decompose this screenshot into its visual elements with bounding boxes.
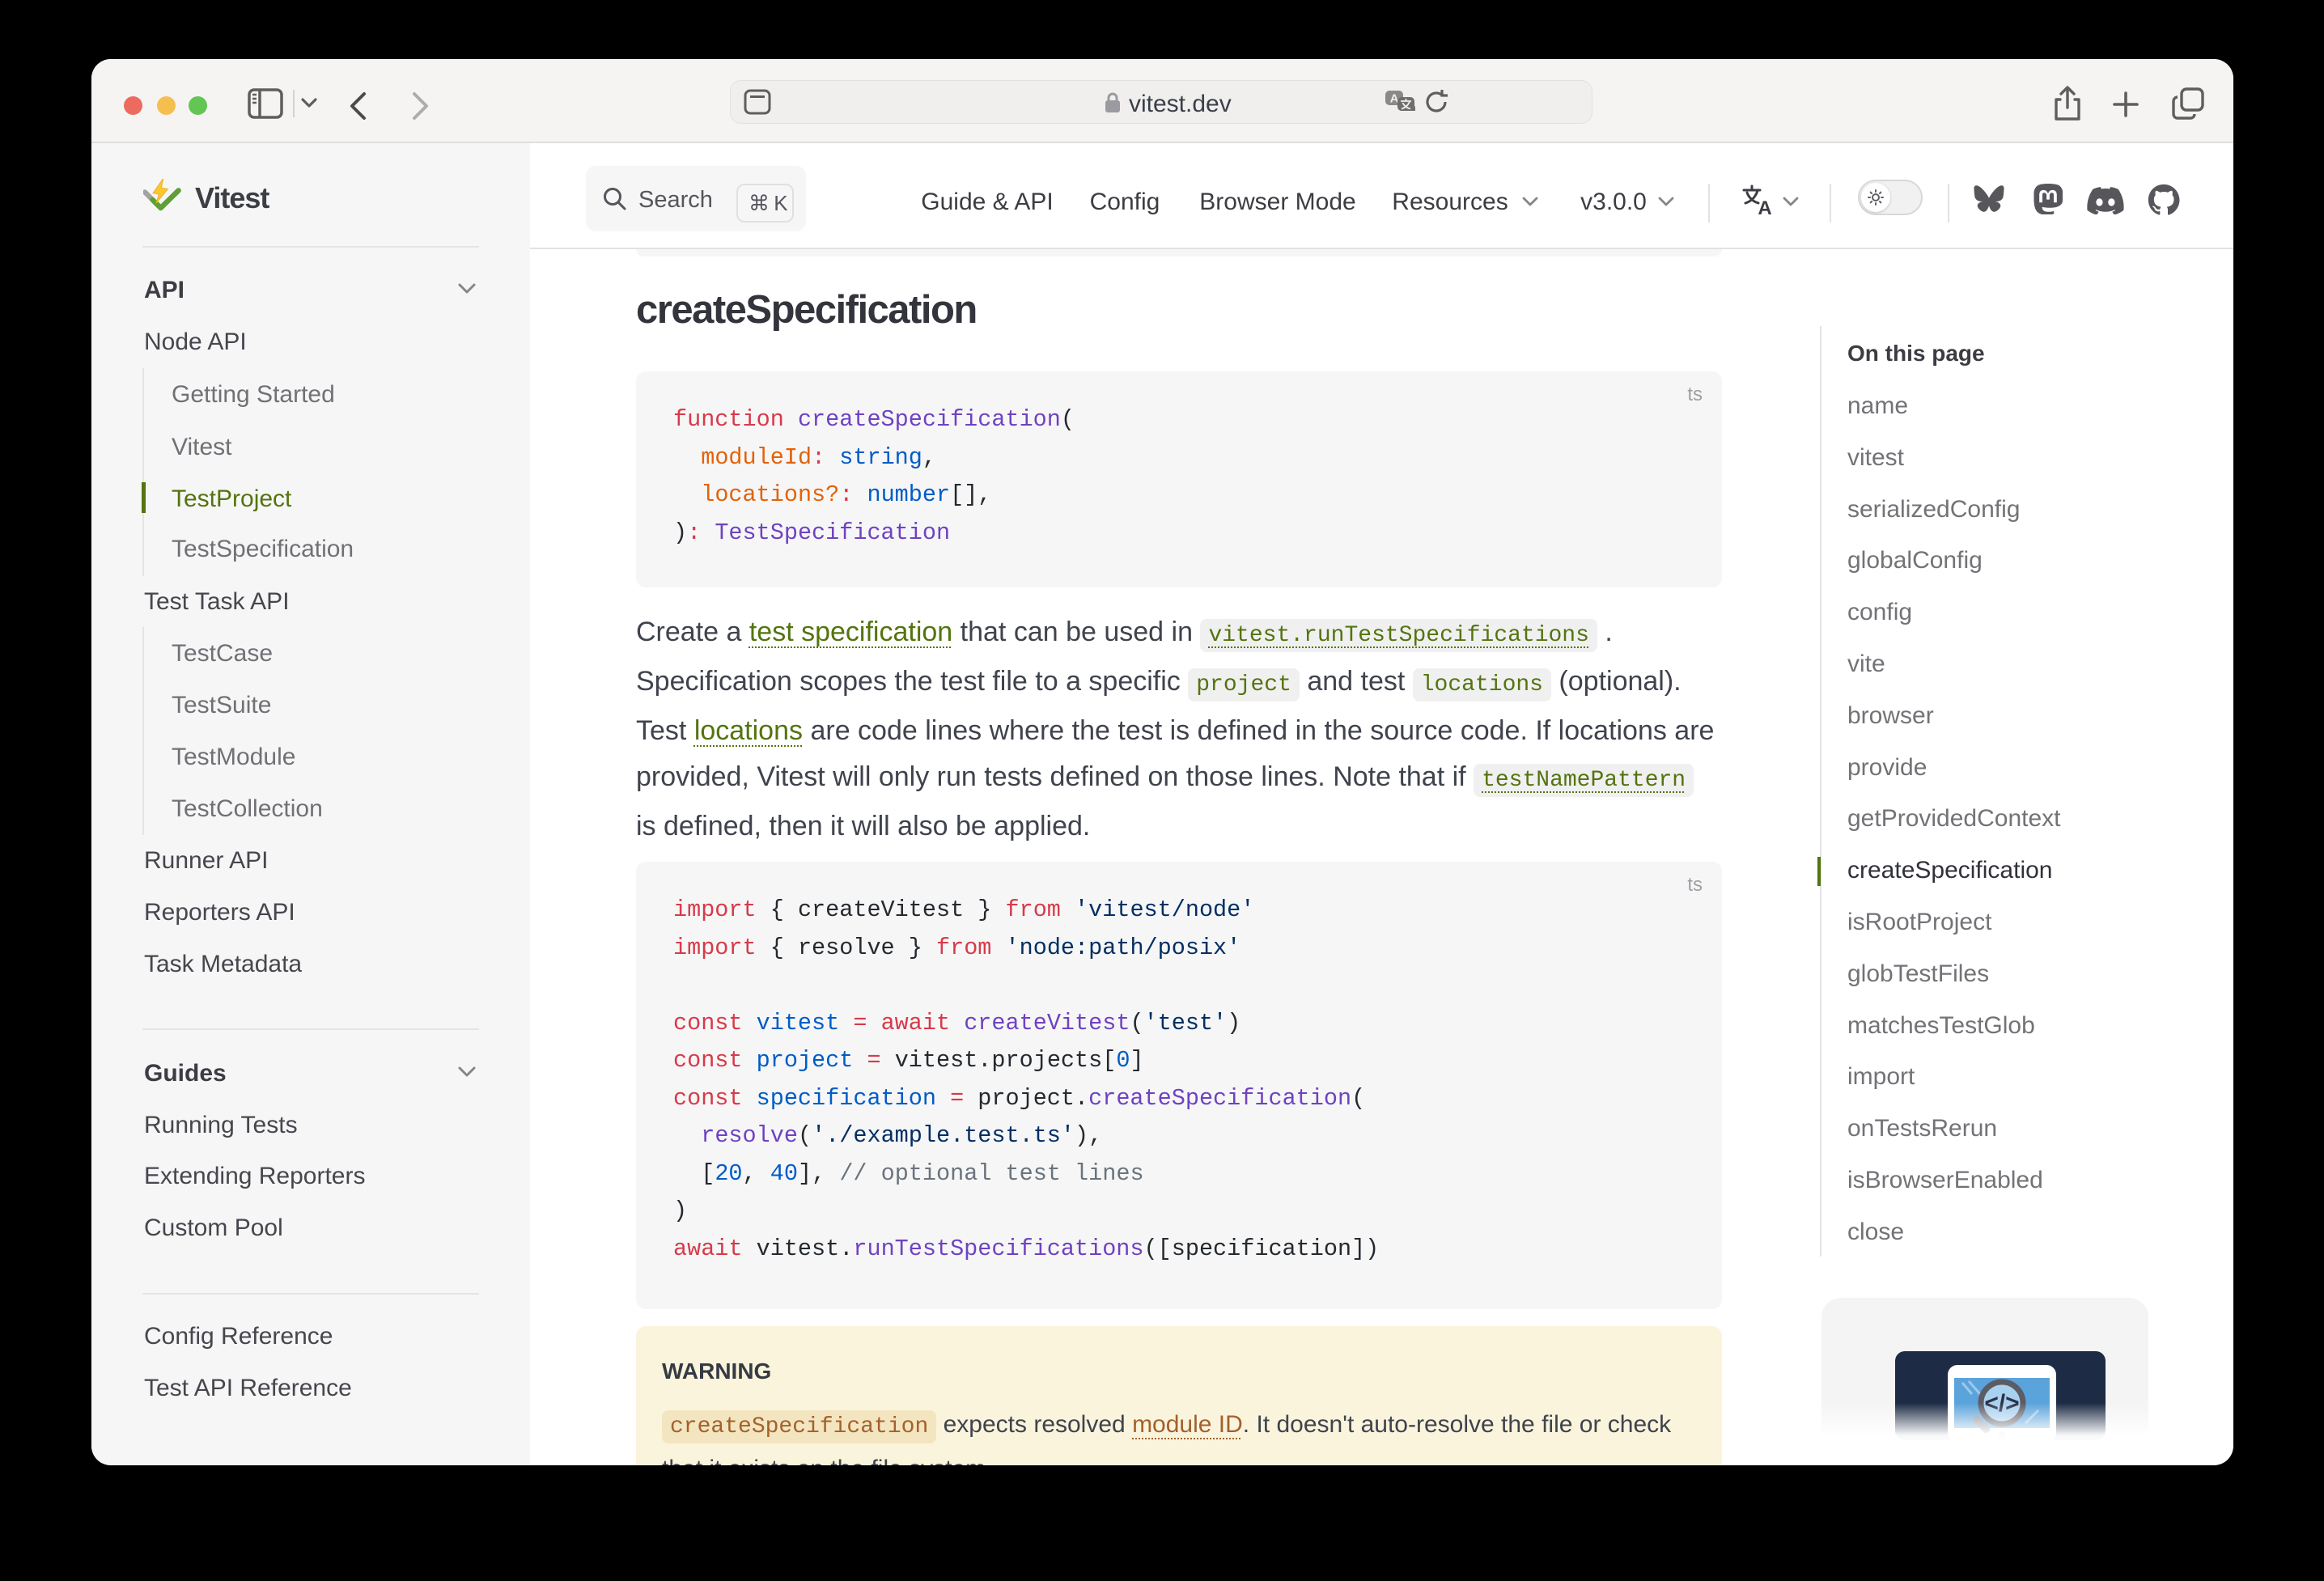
svg-text:A: A xyxy=(1758,197,1771,216)
svg-text:A: A xyxy=(1390,92,1399,106)
